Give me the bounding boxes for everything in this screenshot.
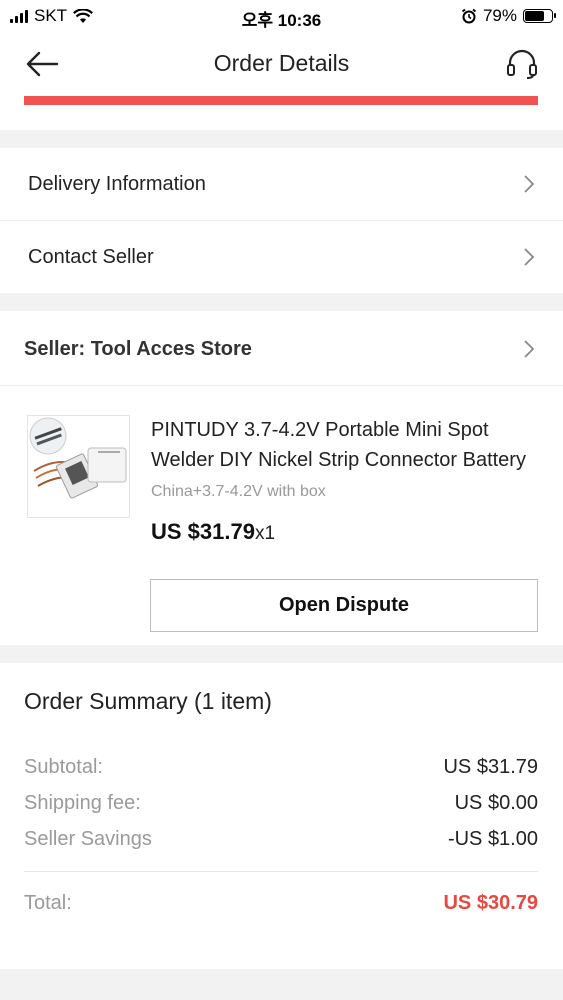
subtotal-value: US $31.79 [443, 756, 538, 778]
total-label: Total: [24, 892, 72, 914]
battery-percent: 79% [482, 6, 517, 25]
product-image-icon [29, 417, 127, 499]
nav-header: Order Details [0, 32, 563, 130]
chevron-right-icon [524, 340, 535, 358]
product-card: Seller: Tool Acces Store PINTUDY 3.7-4.2… [0, 311, 563, 645]
seller-savings-label: Seller Savings [24, 828, 152, 850]
shipping-row: Shipping fee: US $0.00 [24, 792, 538, 815]
chevron-right-icon [524, 175, 535, 193]
contact-seller-row[interactable]: Contact Seller [0, 221, 563, 293]
contact-seller-label: Contact Seller [28, 245, 154, 268]
headset-icon[interactable] [505, 48, 539, 80]
order-summary-card: Order Summary (1 item) Subtotal: US $31.… [0, 663, 563, 969]
chevron-right-icon [524, 248, 535, 266]
shipping-label: Shipping fee: [24, 792, 141, 814]
delivery-information-label: Delivery Information [28, 172, 206, 195]
summary-divider [24, 871, 538, 872]
seller-row[interactable]: Seller: Tool Acces Store [0, 313, 563, 385]
subtotal-label: Subtotal: [24, 756, 103, 778]
page-title: Order Details [213, 50, 350, 76]
total-value: US $30.79 [443, 892, 538, 914]
order-links-card: Delivery Information Contact Seller [0, 148, 563, 293]
seller-savings-row: Seller Savings -US $1.00 [24, 828, 538, 851]
product-price: US $31.79x1 [151, 519, 275, 545]
product-thumbnail[interactable] [27, 415, 130, 518]
open-dispute-button[interactable]: Open Dispute [150, 579, 538, 632]
status-right: 79% [461, 6, 556, 26]
delivery-information-row[interactable]: Delivery Information [0, 148, 563, 220]
subtotal-row: Subtotal: US $31.79 [24, 756, 538, 779]
divider [0, 385, 563, 386]
battery-icon [523, 9, 556, 23]
shipping-value: US $0.00 [454, 792, 538, 814]
seller-name: Seller: Tool Acces Store [24, 337, 252, 360]
total-row: Total: US $30.79 [24, 892, 538, 915]
product-quantity: x1 [254, 523, 276, 544]
alarm-icon [461, 8, 477, 24]
status-bar: SKT 오후 10:36 79% [0, 0, 563, 32]
order-status-bar [24, 96, 538, 105]
seller-savings-value: -US $1.00 [447, 828, 538, 850]
price-value: US $31.79 [151, 519, 255, 544]
product-variant: China+3.7-4.2V with box [151, 483, 326, 500]
product-title[interactable]: PINTUDY 3.7-4.2V Portable Mini Spot Weld… [151, 415, 541, 475]
order-summary-title: Order Summary (1 item) [24, 688, 272, 714]
